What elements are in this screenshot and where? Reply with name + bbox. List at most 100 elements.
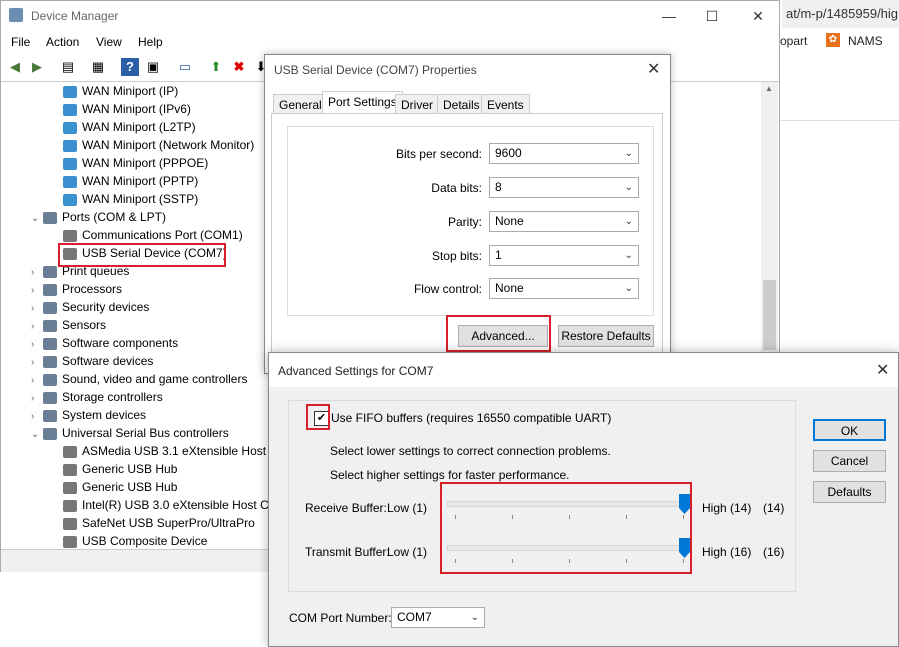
tree-item-label: Storage controllers (62, 390, 163, 404)
close-icon[interactable]: ✕ (647, 59, 660, 79)
window-title: Device Manager (31, 9, 119, 23)
monitor-icon[interactable]: ▭ (176, 58, 194, 76)
scrollbar-thumb[interactable] (763, 280, 776, 350)
close-icon[interactable]: ✕ (876, 360, 889, 380)
tree-item[interactable]: WAN Miniport (PPPOE) (63, 154, 208, 172)
device-icon (43, 391, 57, 404)
chevron-down-icon[interactable]: ⌄ (31, 426, 43, 444)
scroll-up-icon[interactable]: ▲ (765, 84, 773, 93)
tree-item[interactable]: › Sound, video and game controllers (31, 370, 247, 388)
tree-item[interactable]: WAN Miniport (IP) (63, 82, 178, 100)
tree-item-label: Security devices (62, 300, 150, 314)
tree-item[interactable]: WAN Miniport (Network Monitor) (63, 136, 254, 154)
divider (770, 120, 899, 121)
maximize-button[interactable]: ☐ (689, 1, 735, 31)
browser-address-bar[interactable]: at/m-p/1485959/hig (782, 0, 899, 28)
chevron-down-icon: ⌄ (624, 283, 633, 294)
tree-item[interactable]: SafeNet USB SuperPro/UltraPro (63, 514, 255, 532)
flow-control-label: Flow control: (413, 282, 482, 296)
device-icon (63, 481, 77, 494)
tree-item[interactable]: WAN Miniport (PPTP) (63, 172, 198, 190)
bookmark-nams[interactable]: NAMS (848, 34, 883, 48)
forward-arrow-icon[interactable]: ▶ (28, 58, 46, 76)
tree-item[interactable]: ⌄ Ports (COM & LPT) (31, 208, 166, 226)
defaults-button[interactable]: Defaults (813, 481, 886, 503)
device-icon (63, 445, 77, 458)
bits-per-second-select[interactable]: 9600 ⌄ (489, 143, 639, 164)
tree-item[interactable]: WAN Miniport (L2TP) (63, 118, 196, 136)
tree-item-label: Sound, video and game controllers (62, 372, 248, 386)
flow-control-select[interactable]: None ⌄ (489, 278, 639, 299)
device-icon (43, 373, 57, 386)
back-arrow-icon[interactable]: ◀ (6, 58, 24, 76)
tree-item[interactable]: ⌄ Universal Serial Bus controllers (31, 424, 229, 442)
transmit-high-label: High (16) (702, 545, 752, 559)
dialog-title: USB Serial Device (COM7) Properties (274, 63, 477, 77)
device-icon (43, 337, 57, 350)
bookmark-opart[interactable]: opart (780, 34, 807, 48)
title-bar[interactable]: Device Manager — ☐ ✕ (1, 1, 779, 31)
data-bits-label: Data bits: (431, 181, 482, 195)
tree-item[interactable]: WAN Miniport (IPv6) (63, 100, 191, 118)
tree-item-label: WAN Miniport (Network Monitor) (82, 138, 255, 152)
select-value: 8 (495, 180, 502, 194)
receive-value: (14) (763, 501, 785, 515)
tree-item[interactable]: USB Composite Device (63, 532, 207, 550)
tree-item[interactable]: › Sensors (31, 316, 106, 334)
help-icon[interactable]: ? (121, 58, 139, 76)
chevron-down-icon: ⌄ (624, 250, 633, 261)
minimize-button[interactable]: — (646, 1, 692, 31)
highlight-fifo-checkbox (306, 404, 330, 430)
device-icon (63, 85, 77, 98)
menu-help[interactable]: Help (138, 35, 163, 49)
tree-item[interactable]: › Software devices (31, 352, 153, 370)
menu-bar: File Action View Help (1, 31, 779, 53)
cancel-button[interactable]: Cancel (813, 450, 886, 472)
browser-url-text: at/m-p/1485959/hig (786, 6, 899, 21)
tree-item-label: Universal Serial Bus controllers (62, 426, 229, 440)
tree-item[interactable]: WAN Miniport (SSTP) (63, 190, 198, 208)
tree-item[interactable]: ASMedia USB 3.1 eXtensible Host C (63, 442, 278, 460)
tree-item[interactable]: Generic USB Hub (63, 460, 177, 478)
tree-item[interactable]: Generic USB Hub (63, 478, 177, 496)
uninstall-icon[interactable]: ✖ (230, 58, 248, 76)
device-icon (43, 427, 57, 440)
tree-item-label: WAN Miniport (PPTP) (82, 174, 199, 188)
highlight-buffer-sliders (440, 482, 692, 574)
dialog-titlebar[interactable]: Advanced Settings for COM7 ✕ (269, 353, 898, 387)
device-icon (63, 535, 77, 548)
tree-item[interactable]: Communications Port (COM1) (63, 226, 243, 244)
menu-action[interactable]: Action (46, 35, 79, 49)
list-view-icon[interactable]: ▦ (89, 58, 107, 76)
chevron-down-icon: ⌄ (470, 612, 479, 623)
hint-lower: Select lower settings to correct connect… (330, 444, 611, 458)
menu-view[interactable]: View (96, 35, 122, 49)
com-port-select[interactable]: COM7 ⌄ (391, 607, 485, 628)
restore-defaults-button[interactable]: Restore Defaults (558, 325, 654, 347)
device-icon (63, 193, 77, 206)
close-button[interactable]: ✕ (735, 1, 781, 31)
tree-item[interactable]: › Processors (31, 280, 122, 298)
tree-item[interactable]: › System devices (31, 406, 146, 424)
receive-buffer-label: Receive Buffer: (305, 501, 387, 515)
data-bits-select[interactable]: 8 ⌄ (489, 177, 639, 198)
device-icon (63, 499, 77, 512)
stop-bits-select[interactable]: 1 ⌄ (489, 245, 639, 266)
device-icon (43, 319, 57, 332)
menu-file[interactable]: File (11, 35, 30, 49)
properties-icon[interactable]: ▤ (59, 58, 77, 76)
stop-bits-label: Stop bits: (431, 249, 482, 263)
tree-item[interactable]: › Security devices (31, 298, 149, 316)
tree-item[interactable]: › Software components (31, 334, 178, 352)
device-icon (43, 355, 57, 368)
parity-select[interactable]: None ⌄ (489, 211, 639, 232)
tree-item-label: Sensors (62, 318, 107, 332)
tree-item-label: WAN Miniport (PPPOE) (82, 156, 209, 170)
hint-higher: Select higher settings for faster perfor… (330, 468, 570, 482)
panel-icon[interactable]: ▣ (144, 58, 162, 76)
update-driver-icon[interactable]: ⬆ (207, 58, 225, 76)
tree-item[interactable]: › Storage controllers (31, 388, 163, 406)
chevron-down-icon[interactable]: ⌄ (31, 210, 43, 228)
tree-item[interactable]: Intel(R) USB 3.0 eXtensible Host Co (63, 496, 275, 514)
ok-button[interactable]: OK (813, 419, 886, 441)
